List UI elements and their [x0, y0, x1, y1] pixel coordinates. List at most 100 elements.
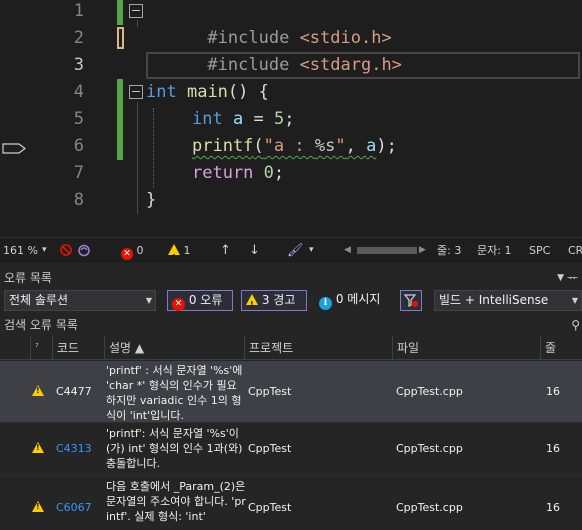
editor-status-bar: 161 % ▾ ✕ 0 1 ↑ ↓ 🖌 ▾ ◀ ▶ 줄: 3 문자: 1 SPC… [0, 237, 582, 270]
arrow-down-icon[interactable]: ↓ [249, 238, 260, 263]
error-code[interactable]: C4477 [56, 382, 92, 402]
change-marker [117, 79, 123, 106]
sort-icon[interactable]: ⁷ [30, 336, 52, 360]
error-code-link[interactable]: C4313 [56, 439, 92, 459]
error-description: 'printf' : 서식 문자열 '%s'에 'char *' 형식의 인수가… [106, 364, 243, 422]
collapse-icon[interactable] [129, 4, 143, 18]
code-column-header[interactable]: 코드 [52, 336, 104, 360]
error-table: ⁷ 코드 설명 ▲ 프로젝트 파일 줄 C4477 'printf' : 서식 … [0, 336, 582, 530]
messages-filter-label: 0 메시지 [335, 292, 381, 306]
project-column-header[interactable]: 프로젝트 [244, 336, 392, 360]
line-ending-indicator[interactable]: CR [568, 238, 582, 263]
copilot-icon[interactable] [59, 243, 93, 258]
change-marker [117, 133, 123, 160]
code-line-7[interactable]: 7 return 0; [0, 160, 582, 187]
line-number: 16 [546, 442, 560, 455]
punctuation-token: } [146, 190, 157, 210]
error-code-link[interactable]: C6067 [56, 498, 92, 518]
code-line-4[interactable]: 4 int main() { [0, 79, 582, 106]
error-description: 'printf': 서식 문자열 '%s'이(가) int' 형식의 인수 1과… [106, 427, 243, 470]
build-source-value: 빌드 + IntelliSense [439, 293, 549, 307]
table-header: ⁷ 코드 설명 ▲ 프로젝트 파일 줄 [0, 336, 582, 360]
arrow-up-icon[interactable]: ↑ [220, 238, 231, 263]
code-line-8[interactable]: 8 } [0, 187, 582, 214]
search-icon[interactable]: ⚲ [571, 315, 580, 335]
scope-dropdown[interactable]: 전체 솔루션 ▼ [4, 290, 156, 311]
error-description: 다음 호출에서 _Param_(2)은 문자열의 주소여야 합니다. 'prin… [106, 480, 246, 523]
project-name: CppTest [248, 501, 292, 514]
chevron-down-icon[interactable]: ▼ [557, 267, 564, 289]
operator-token: = [243, 109, 274, 129]
punctuation-token: ); [376, 136, 397, 156]
error-icon: ✕ [172, 298, 185, 311]
horizontal-scrollbar-thumb[interactable] [357, 247, 417, 254]
warnings-filter-button[interactable]: 3 경고 [241, 290, 307, 314]
chevron-down-icon[interactable]: ▾ [42, 238, 47, 263]
error-list-toolbar: 전체 솔루션 ▼ ✕ 0 오류 3 경고 i 0 메시지 빌드 + Intell… [0, 289, 582, 314]
line-column-header[interactable]: 줄 [540, 336, 582, 360]
project-name: CppTest [248, 385, 292, 398]
keyword-token: int [146, 82, 177, 102]
file-column-header[interactable]: 파일 [392, 336, 540, 360]
warning-icon [32, 442, 44, 455]
warning-icon [32, 501, 44, 514]
scope-value: 전체 솔루션 [9, 293, 69, 307]
errors-filter-button[interactable]: ✕ 0 오류 [167, 290, 233, 311]
number-token: 0 [263, 163, 274, 183]
info-icon: i [319, 297, 332, 310]
build-source-dropdown[interactable]: 빌드 + IntelliSense ▼ [434, 290, 582, 311]
function-token: printf [192, 136, 254, 156]
variable-token: a [232, 109, 244, 129]
current-statement-arrow-icon [2, 143, 26, 154]
code-line-5[interactable]: 5 int a = 5; [0, 106, 582, 133]
description-column-header[interactable]: 설명 ▲ [104, 336, 244, 360]
severity-column-header[interactable] [0, 336, 30, 360]
code-line-3[interactable]: 3 [0, 52, 582, 79]
filter-button[interactable] [400, 290, 422, 311]
errors-filter-label: 0 오류 [188, 293, 223, 307]
line-number: 4 [73, 82, 84, 102]
function-token: main [186, 82, 228, 102]
table-row[interactable]: C4313 'printf': 서식 문자열 '%s'이(가) int' 형식의… [0, 424, 582, 476]
search-label: 검색 오류 목록 [4, 318, 78, 332]
brush-icon[interactable]: 🖌 [287, 238, 304, 263]
format-spec-token: %s [314, 136, 336, 156]
code-line-1[interactable]: 1 #include <stdio.h> [0, 0, 582, 48]
punctuation-token: () { [227, 82, 269, 102]
scroll-right-icon[interactable]: ▶ [419, 238, 426, 263]
table-row[interactable]: C6067 다음 호출에서 _Param_(2)은 문자열의 주소여야 합니다.… [0, 477, 582, 530]
chevron-down-icon: ▼ [571, 296, 578, 305]
scroll-left-icon[interactable]: ◀ [344, 238, 351, 263]
panel-title: 오류 목록 [4, 271, 52, 285]
warning-count-value: 1 [183, 244, 191, 257]
code-editor[interactable]: 1 #include <stdio.h> 2 #include <stdarg.… [0, 0, 582, 237]
code-line-6[interactable]: 6 printf("a : %s", a); [0, 133, 582, 160]
punctuation-token: ; [273, 163, 285, 183]
punctuation-token: , [345, 136, 367, 156]
error-icon: ✕ [121, 248, 133, 260]
variable-token: a [366, 136, 377, 156]
change-marker [117, 106, 123, 133]
code-line-2[interactable]: 2 #include <stdarg.h> [0, 25, 582, 75]
keyword-token: int [192, 109, 223, 129]
file-name: CppTest.cpp [396, 385, 463, 398]
error-count[interactable]: ✕ 0 [121, 238, 144, 263]
messages-filter-button[interactable]: i 0 메시지 [315, 290, 395, 311]
warnings-filter-label: 3 경고 [261, 293, 296, 307]
warning-squiggle[interactable]: printf("a : %s", a [192, 136, 376, 156]
pin-icon[interactable]: ᅲ [567, 267, 578, 289]
warning-count[interactable]: 1 [168, 238, 191, 270]
chevron-down-icon: ▼ [145, 296, 152, 305]
collapse-icon[interactable] [129, 85, 143, 99]
line-number: 7 [73, 163, 84, 183]
warning-icon [32, 385, 44, 398]
table-row[interactable]: C4477 'printf' : 서식 문자열 '%s'에 'char *' 형… [0, 361, 582, 423]
zoom-level[interactable]: 161 % [3, 238, 38, 263]
line-number: 16 [546, 385, 560, 398]
string-token: " [335, 136, 346, 156]
error-count-value: 0 [136, 244, 144, 257]
chevron-down-icon[interactable]: ▾ [309, 238, 314, 263]
warning-icon [246, 294, 258, 314]
search-error-list[interactable]: 검색 오류 목록 ⚲ [0, 315, 582, 335]
whitespace-indicator[interactable]: SPC [529, 238, 550, 263]
